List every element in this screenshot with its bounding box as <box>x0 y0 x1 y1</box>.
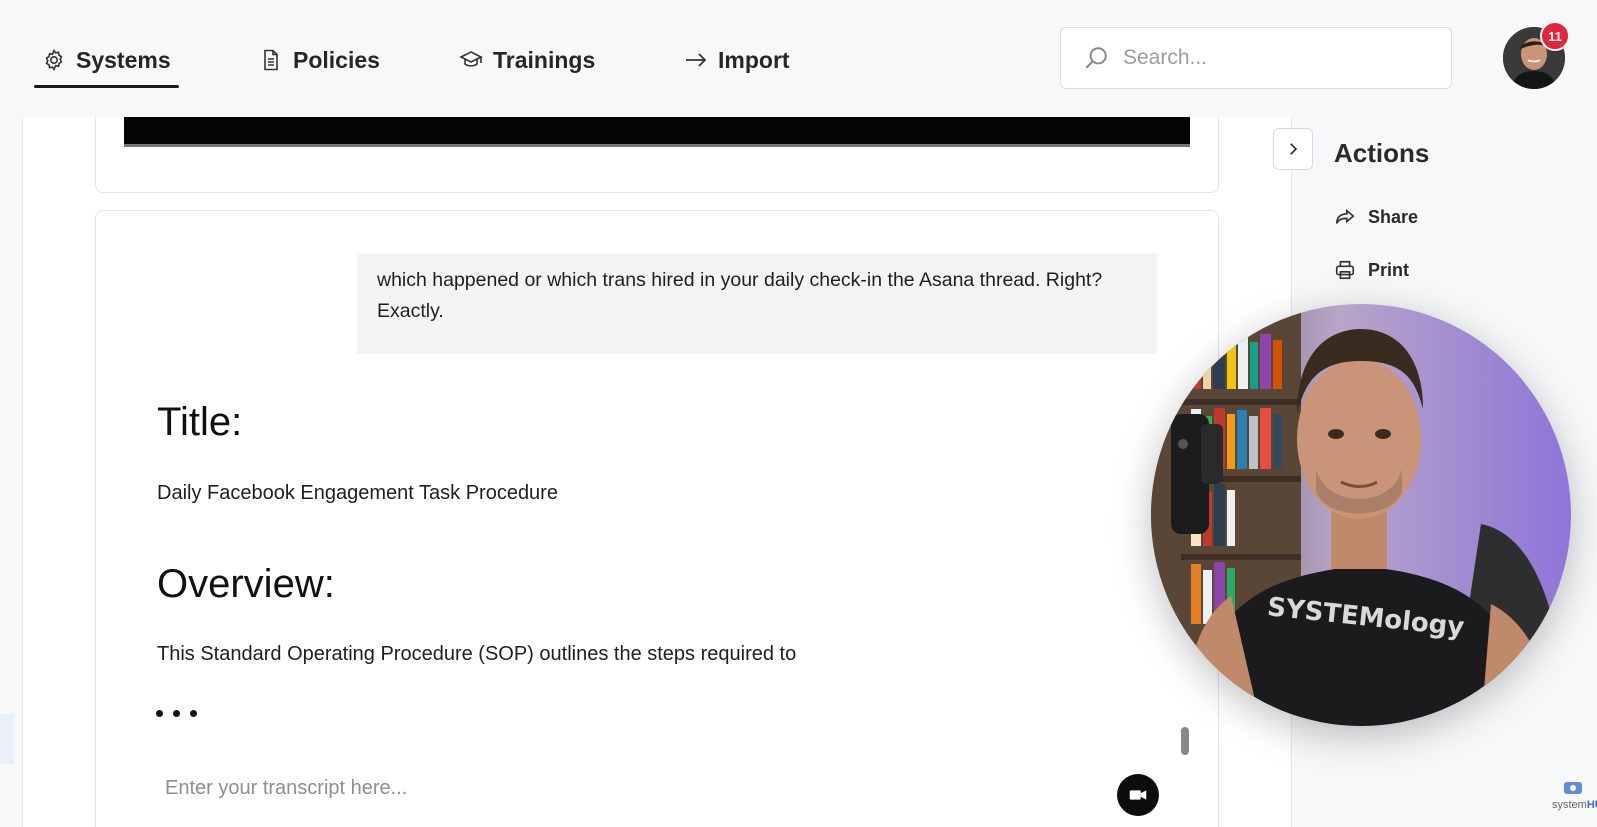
title-text: Daily Facebook Engagement Task Procedure <box>157 482 558 504</box>
document-icon <box>264 49 278 71</box>
logo-text-system: system <box>1552 799 1587 811</box>
graduation-cap-icon <box>459 51 483 67</box>
chevron-right-icon <box>1290 143 1298 155</box>
tab-trainings[interactable]: Trainings <box>459 38 595 82</box>
media-strip <box>124 117 1190 147</box>
systemhub-logo: systemHUB <box>1552 780 1597 811</box>
share-action[interactable]: Share <box>1334 206 1418 228</box>
title-heading: Title: <box>157 400 243 444</box>
tab-policies-label: Policies <box>293 46 380 73</box>
overview-heading: Overview: <box>157 562 335 606</box>
typing-indicator <box>156 710 197 717</box>
left-sidebar-edge <box>0 714 14 764</box>
tab-import[interactable]: Import <box>684 38 790 82</box>
collapse-sidebar-button[interactable] <box>1273 128 1313 170</box>
chat-message-bubble: which happened or which trans hired in y… <box>357 253 1157 354</box>
presenter-video: SYSTEMology <box>1151 304 1571 726</box>
tab-policies[interactable]: Policies <box>259 38 380 82</box>
top-navigation: Systems Policies Trainings Import Search… <box>0 0 1597 117</box>
logo-text-hub: HUB <box>1586 799 1597 811</box>
tab-systems-label: Systems <box>76 46 171 73</box>
share-icon <box>1335 208 1355 224</box>
print-action[interactable]: Print <box>1334 259 1409 281</box>
tab-systems[interactable]: Systems <box>34 38 179 88</box>
logo-icon <box>1564 782 1582 794</box>
tab-trainings-label: Trainings <box>493 46 596 73</box>
send-button[interactable] <box>1117 774 1159 816</box>
send-icon <box>1129 790 1147 800</box>
share-label: Share <box>1368 206 1419 227</box>
printer-icon <box>1335 260 1355 280</box>
search-icon <box>1085 47 1107 69</box>
search-input[interactable] <box>1123 46 1423 70</box>
overview-text: This Standard Operating Procedure (SOP) … <box>157 643 797 665</box>
print-label: Print <box>1368 259 1410 280</box>
webcam-overlay: SYSTEMology <box>1151 304 1571 726</box>
actions-title: Actions <box>1334 138 1430 168</box>
arrow-right-icon <box>686 53 707 67</box>
gear-icon <box>45 48 63 72</box>
scrollbar-thumb[interactable] <box>1181 727 1189 755</box>
chat-message-text: which happened or which trans hired in y… <box>377 269 1103 322</box>
notification-badge: 11 <box>1540 21 1570 51</box>
transcript-input[interactable] <box>165 777 1065 800</box>
search-box[interactable] <box>1060 27 1452 89</box>
tab-import-label: Import <box>718 46 790 73</box>
